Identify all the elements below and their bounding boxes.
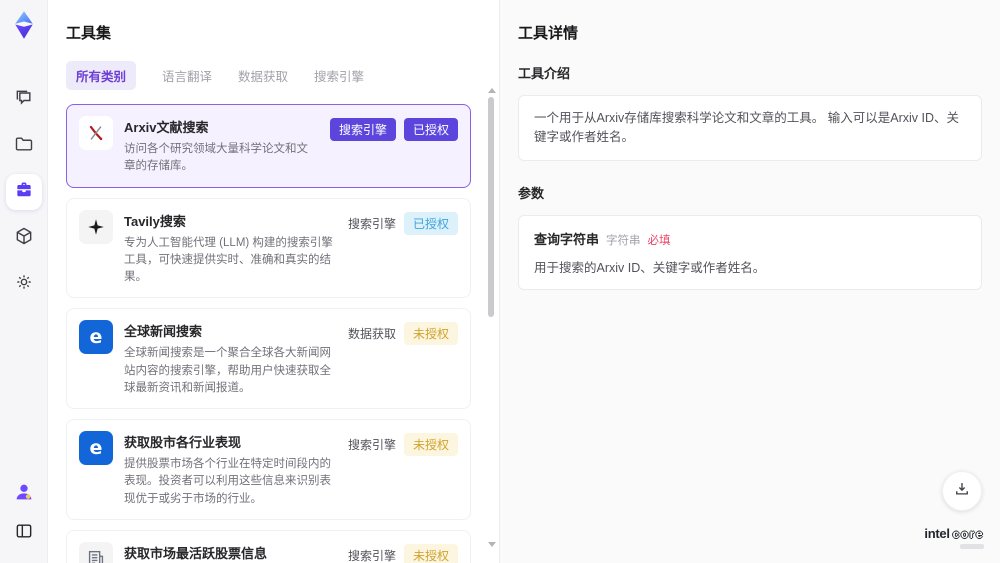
blue-e-logo-icon: e (79, 320, 113, 355)
intel-core-logo: intel core (924, 526, 984, 549)
cube-icon (14, 226, 34, 251)
tool-name: 全球新闻搜索 (124, 324, 203, 340)
sidebar-item-tools[interactable] (5, 174, 42, 210)
tool-description: 全球新闻搜索是一个聚合全球各大新闻网站内容的搜索引擎，帮助用户快速获取全球最新资… (124, 347, 331, 394)
panel-toggle-icon (14, 521, 34, 546)
tool-name: Tavily搜索 (124, 213, 186, 229)
sidebar-item-settings[interactable] (6, 266, 42, 302)
tool-category-badge: 搜索引擎 (347, 548, 396, 563)
download-button[interactable] (942, 471, 982, 511)
intro-box: 一个用于从Arxiv存储库搜索科学论文和文章的工具。 输入可以是Arxiv ID… (518, 95, 982, 161)
sidebar-item-chat[interactable] (6, 82, 42, 118)
tool-description: 提供股票市场各个行业在特定时间段内的表现。投资者可以利用这些信息来识别表现优于或… (124, 458, 331, 505)
page-title: 工具集 (66, 25, 112, 42)
tool-card[interactable]: e 全球新闻搜索 全球新闻搜索是一个聚合全球各大新闻网站内容的搜索引擎，帮助用户… (66, 308, 471, 409)
category-tab[interactable]: 语言翻译 (162, 66, 212, 85)
detail-title: 工具详情 (518, 25, 579, 42)
list-scrollbar[interactable] (487, 88, 496, 563)
sidebar-item-plugins[interactable] (6, 220, 42, 256)
tool-list-panel: 工具集 所有类别 语言翻译 数据获取 搜索引擎 Arxiv文献搜索 访问各个研究领域大… (48, 0, 500, 563)
tool-auth-badge: 未授权 (403, 322, 458, 346)
param-name: 查询字符串 (534, 231, 600, 247)
tool-description: 访问各个研究领域大量科学论文和文章的存储库。 (124, 143, 308, 173)
app-logo-icon (9, 10, 39, 40)
tool-list: Arxiv文献搜索 访问各个研究领域大量科学论文和文章的存储库。 搜索引擎 已授… (66, 104, 479, 563)
blue-e-logo-icon: e (79, 431, 113, 465)
chat-icon (14, 88, 34, 113)
gear-icon (14, 272, 34, 297)
intro-heading: 工具介绍 (518, 66, 571, 81)
tool-category-badge: 数据获取 (347, 327, 396, 342)
param-required-badge: 必填 (647, 234, 671, 247)
tavily-star-icon (79, 209, 113, 244)
user-avatar[interactable] (11, 479, 37, 505)
tool-category-badge: 搜索引擎 (347, 438, 396, 452)
tool-description: 专为人工智能代理 (LLM) 构建的搜索引擎工具，可快速提供实时、准确和真实的结… (124, 236, 333, 284)
core-wordmark: core (952, 527, 984, 541)
sidebar-item-files[interactable] (6, 128, 42, 164)
tool-auth-badge: 未授权 (403, 433, 458, 456)
news-building-icon (79, 541, 113, 563)
category-tab[interactable]: 搜索引擎 (314, 66, 364, 85)
scroll-up-arrow-icon[interactable] (488, 88, 496, 93)
scroll-down-arrow-icon[interactable] (488, 542, 496, 547)
toolbox-icon (14, 180, 34, 205)
tool-category-badge: 搜索引擎 (347, 216, 396, 231)
intro-text: 一个用于从Arxiv存储库搜索科学论文和文章的工具。 输入可以是Arxiv ID… (534, 111, 960, 144)
param-box: 查询字符串 字符串 必填 用于搜索的Arxiv ID、关键字或作者姓名。 (518, 214, 982, 290)
core-sub-badge (960, 544, 984, 549)
param-type: 字符串 (606, 234, 641, 247)
tool-card[interactable]: Arxiv文献搜索 访问各个研究领域大量科学论文和文章的存储库。 搜索引擎 已授… (66, 104, 471, 188)
category-tab[interactable]: 数据获取 (238, 66, 288, 85)
param-description: 用于搜索的Arxiv ID、关键字或作者姓名。 (534, 260, 766, 275)
tool-auth-badge: 已授权 (403, 118, 458, 141)
intel-wordmark: intel (924, 526, 950, 541)
tool-detail-panel: 工具详情 工具介绍 一个用于从Arxiv存储库搜索科学论文和文章的工具。 输入可… (500, 0, 1000, 563)
tool-name: Arxiv文献搜索 (124, 120, 209, 135)
tool-auth-badge: 已授权 (403, 211, 458, 235)
download-icon (953, 480, 971, 503)
tool-card[interactable]: e 获取股市各行业表现 提供股票市场各个行业在特定时间段内的表现。投资者可以利用… (66, 419, 471, 520)
arxiv-logo-icon (79, 116, 113, 150)
folder-icon (14, 134, 34, 159)
tool-category-badge: 搜索引擎 (329, 118, 396, 141)
tool-name: 获取股市各行业表现 (124, 435, 242, 450)
tool-name: 获取市场最活跃股票信息 (124, 545, 268, 561)
sidebar-collapse-button[interactable] (6, 515, 42, 551)
category-tabs: 所有类别 语言翻译 数据获取 搜索引擎 (66, 61, 479, 90)
tool-card[interactable]: 获取市场最活跃股票信息 提供当天交易量最高的股票列表，投资者可以利用这些信息来识… (66, 529, 471, 563)
params-heading: 参数 (518, 185, 545, 201)
category-tab[interactable]: 所有类别 (66, 61, 137, 90)
tool-auth-badge: 未授权 (403, 543, 458, 563)
app-sidebar (0, 0, 48, 563)
scrollbar-thumb[interactable] (488, 97, 494, 317)
tool-card[interactable]: Tavily搜索 专为人工智能代理 (LLM) 构建的搜索引擎工具，可快速提供实… (66, 197, 471, 299)
